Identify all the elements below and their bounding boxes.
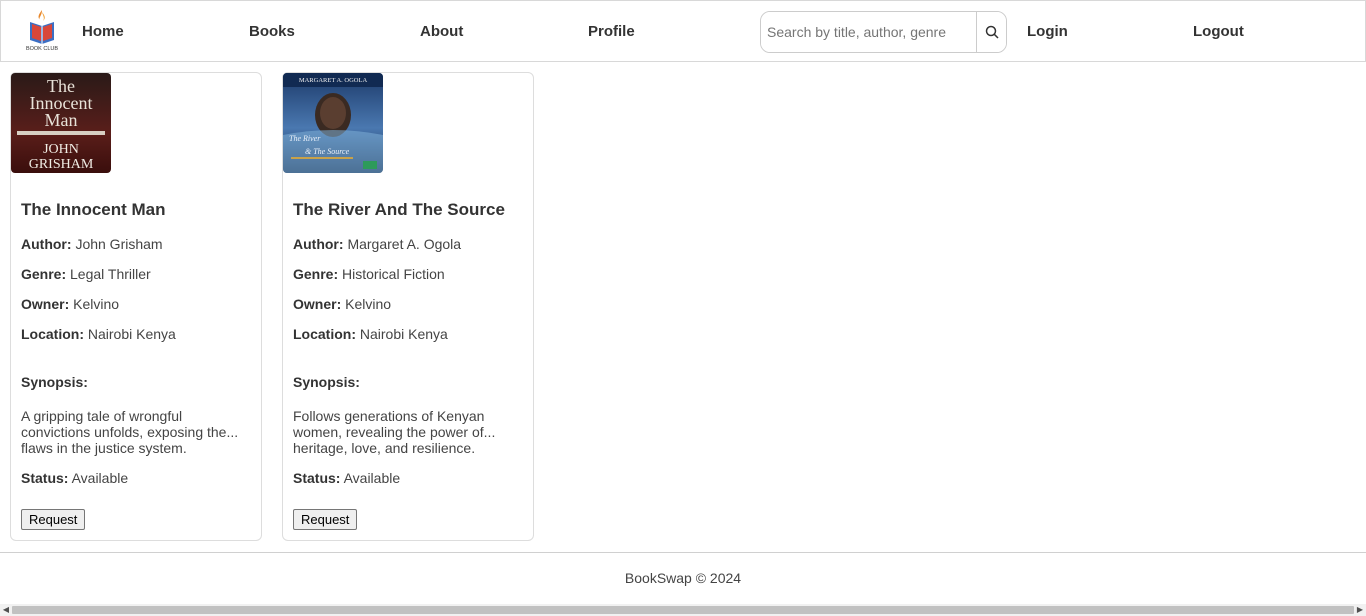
svg-text:BOOK CLUB: BOOK CLUB bbox=[26, 46, 58, 52]
svg-text:& The Source: & The Source bbox=[305, 147, 350, 156]
navbar: BOOK CLUB Home Books About Profile Login… bbox=[0, 0, 1366, 62]
book-location: Location: Nairobi Kenya bbox=[21, 326, 176, 342]
book-author: Author: John Grisham bbox=[21, 236, 163, 252]
horizontal-scrollbar[interactable]: ◀ ▶ bbox=[0, 604, 1366, 616]
footer-divider bbox=[0, 552, 1366, 553]
login-link[interactable]: Login bbox=[1027, 23, 1068, 40]
synopsis-label: Synopsis: bbox=[21, 374, 88, 390]
book-card: The Innocent Man JOHN GRISHAM The Innoce… bbox=[10, 72, 262, 541]
scroll-left-arrow-icon[interactable]: ◀ bbox=[0, 604, 12, 616]
book-author: Author: Margaret A. Ogola bbox=[293, 236, 462, 252]
footer-copyright: BookSwap © 2024 bbox=[624, 570, 742, 586]
book-status: Status: Available bbox=[21, 470, 129, 486]
book-genre: Genre: Historical Fiction bbox=[293, 266, 445, 282]
search-button[interactable] bbox=[976, 12, 1006, 52]
nav-profile-link[interactable]: Profile bbox=[588, 23, 635, 40]
request-button[interactable]: Request bbox=[21, 509, 86, 530]
book-location: Location: Nairobi Kenya bbox=[293, 326, 448, 342]
book-owner: Owner: Kelvino bbox=[21, 296, 120, 312]
book-title: The River And The Source bbox=[293, 200, 505, 219]
synopsis-label: Synopsis: bbox=[293, 374, 360, 390]
book-cover-image[interactable]: The Innocent Man JOHN GRISHAM bbox=[11, 73, 111, 173]
request-button[interactable]: Request bbox=[293, 509, 358, 530]
book-synopsis: Follows generations of Kenyan women, rev… bbox=[293, 408, 496, 456]
book-card: MARGARET A. OGOLA The River & The Source… bbox=[282, 72, 534, 541]
book-cover-image[interactable]: MARGARET A. OGOLA The River & The Source bbox=[283, 73, 383, 173]
search-icon bbox=[985, 25, 999, 39]
search-bar bbox=[760, 11, 1007, 53]
book-status: Status: Available bbox=[293, 470, 401, 486]
svg-text:Man: Man bbox=[45, 110, 78, 130]
scroll-right-arrow-icon[interactable]: ▶ bbox=[1354, 604, 1366, 616]
svg-text:The River: The River bbox=[289, 134, 321, 143]
search-input[interactable] bbox=[761, 12, 977, 52]
svg-text:JOHN: JOHN bbox=[43, 142, 79, 157]
book-club-logo[interactable]: BOOK CLUB bbox=[25, 8, 59, 54]
book-genre: Genre: Legal Thriller bbox=[21, 266, 151, 282]
nav-about-link[interactable]: About bbox=[420, 23, 463, 40]
book-synopsis: A gripping tale of wrongful convictions … bbox=[21, 408, 239, 456]
nav-home-link[interactable]: Home bbox=[82, 23, 124, 40]
logout-link[interactable]: Logout bbox=[1193, 23, 1244, 40]
svg-text:GRISHAM: GRISHAM bbox=[29, 157, 94, 172]
scrollbar-thumb[interactable] bbox=[12, 606, 1354, 614]
svg-text:MARGARET A. OGOLA: MARGARET A. OGOLA bbox=[299, 77, 368, 84]
book-title: The Innocent Man bbox=[21, 200, 166, 219]
nav-books-link[interactable]: Books bbox=[249, 23, 295, 40]
book-owner: Owner: Kelvino bbox=[293, 296, 392, 312]
